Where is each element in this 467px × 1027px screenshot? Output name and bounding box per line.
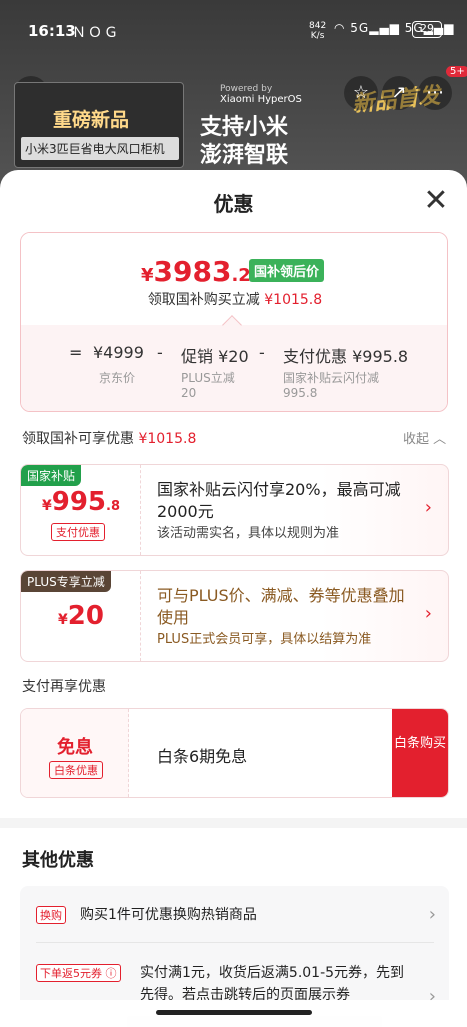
- promo-amount: ¥20: [21, 601, 141, 631]
- promo-note: PLUS正式会员可享，具体以结算为准: [157, 632, 372, 647]
- list-item[interactable]: 换购 购买1件可优惠换购热销商品 ›: [36, 904, 436, 926]
- jd-price: ¥4999: [93, 343, 144, 362]
- pay-label: 支付优惠: [283, 347, 348, 366]
- promo-main: 可与PLUS价、满减、券等优惠叠加使用: [157, 586, 405, 627]
- home-indicator[interactable]: [156, 1010, 312, 1015]
- other-title: 其他优惠: [22, 850, 94, 871]
- offer-tag: 下单返5元券 ⓘ: [36, 964, 121, 982]
- offer-text: 购买1件可优惠换购热销商品: [80, 907, 257, 923]
- promo-amount-dec: .8: [106, 499, 120, 514]
- section-amount: ¥1015.8: [138, 431, 197, 447]
- summary-top: ¥3983.2 国补领后价 领取国补购买立减 ¥1015.8: [21, 233, 447, 325]
- section-divider: [0, 818, 467, 828]
- baitiao-title: 免息: [57, 737, 93, 758]
- hero-left-title: 重磅新品: [53, 109, 130, 131]
- info-icon[interactable]: ⓘ: [106, 967, 117, 980]
- price-int: 3983: [153, 255, 232, 288]
- baitiao-card: 免息 白条优惠 白条6期免息 白条购买: [20, 708, 449, 798]
- promo-text: 可与PLUS价、满减、券等优惠叠加使用 PLUS正式会员可享，具体以结算为准: [157, 585, 417, 649]
- status-bar: 16:13 ＮＯＧ 842 K/s ◠ 5G▂▄▆ 5G▂▄▆ 29: [0, 0, 467, 60]
- promo-tag: 国家补贴: [21, 465, 82, 486]
- promo-amount: ¥20: [218, 347, 249, 366]
- section-label: 领取国补可享优惠: [22, 431, 134, 447]
- favorite-icon[interactable]: ☆: [344, 76, 378, 110]
- subsidy-breakdown: 国家补贴云闪付减 995.8: [283, 371, 379, 401]
- chevron-right-icon: ›: [424, 603, 432, 624]
- discount-sheet: 优惠 ✕ ¥3983.2 国补领后价 领取国补购买立减 ¥1015.8 = ¥4…: [0, 170, 467, 1027]
- battery-icon: 29: [412, 21, 442, 38]
- pay-amount: ¥995.8: [352, 347, 409, 366]
- baitiao-text: 白条6期免息: [157, 747, 248, 766]
- price-dec: .2: [231, 265, 251, 286]
- offer-tag: 换购: [36, 906, 66, 924]
- collapse-label: 收起: [403, 432, 430, 447]
- net-speed-unit: K/s: [310, 31, 325, 41]
- net-speed-value: 842: [309, 21, 327, 31]
- promo-chip: 支付优惠: [51, 523, 105, 541]
- promo-symbol: ¥: [41, 498, 52, 514]
- chevron-up-icon: ︿: [433, 432, 447, 447]
- message-badge: 5+: [446, 66, 467, 77]
- promo-card-plus[interactable]: PLUS专享立减 ¥20 可与PLUS价、满减、券等优惠叠加使用 PLUS正式会…: [20, 570, 449, 662]
- plus-value: 20: [181, 386, 197, 400]
- promo-label: 促销: [181, 347, 214, 366]
- plus-breakdown: PLUS立减 20: [181, 371, 235, 401]
- minus-sign: -: [259, 343, 265, 362]
- summary-breakdown: = ¥4999 - 促销 ¥20 - 支付优惠 ¥995.8 京东价 PLUS立…: [21, 325, 447, 411]
- promo-amount-int: 995: [51, 487, 107, 517]
- sheet-title: 优惠: [213, 192, 254, 216]
- pay-more-title: 支付再享优惠: [22, 679, 106, 695]
- promo-main: 国家补贴云闪付享20%，最高可减2000元: [157, 480, 401, 521]
- subsidy-line: 领取国补购买立减 ¥1015.8: [21, 289, 447, 309]
- offer-tag-label: 下单返5元券: [40, 967, 102, 980]
- hero-mid-title: 支持小米 澎湃智联: [200, 114, 288, 170]
- subsidy-line-prefix: 领取国补购买立减: [147, 292, 260, 308]
- hero-left-subtitle: 小米3匹巨省电大风口柜机: [21, 137, 179, 160]
- close-icon[interactable]: ✕: [420, 186, 452, 218]
- notification-icons: ＮＯＧ: [72, 25, 120, 41]
- subsidy-label: 国家补贴云闪付减: [283, 371, 380, 385]
- equals-sign: =: [69, 343, 83, 362]
- price-symbol: ¥: [141, 265, 154, 286]
- pay-breakdown: 支付优惠 ¥995.8: [283, 343, 408, 367]
- os-name: Xiaomi HyperOS: [220, 94, 302, 105]
- collapse-button[interactable]: 收起 ︿: [403, 428, 446, 447]
- promo-text: 国家补贴云闪付享20%，最高可减2000元 该活动需实名，具体以规则为准: [157, 479, 417, 543]
- plus-label: PLUS立减: [181, 371, 235, 385]
- powered-by: Powered by: [220, 84, 273, 94]
- promo-amount: ¥995.8: [21, 487, 141, 517]
- subsidy-value: 995.8: [283, 386, 318, 400]
- promo-amount-int: 20: [67, 601, 104, 631]
- chevron-right-icon: ›: [424, 497, 432, 518]
- subsidy-line-amount: ¥1015.8: [264, 292, 323, 308]
- hero-mid-title-2: 澎湃智联: [200, 143, 289, 168]
- minus-sign: -: [157, 343, 163, 362]
- list-separator: [36, 942, 434, 943]
- promo-note: 该活动需实名，具体以规则为准: [157, 526, 340, 541]
- section-header: 领取国补可享优惠 ¥1015.8: [22, 428, 196, 448]
- hero-promo-left: 重磅新品 小米3匹巨省电大风口柜机: [14, 82, 184, 168]
- chevron-right-icon: ›: [428, 904, 436, 925]
- price-badge: 国补领后价: [249, 259, 325, 282]
- hero-mid-title-1: 支持小米: [200, 115, 289, 140]
- more-icon[interactable]: ⋯: [418, 76, 452, 110]
- share-icon[interactable]: ↗: [382, 76, 416, 110]
- promo-tag: PLUS专享立减: [21, 571, 111, 592]
- promo-symbol: ¥: [58, 612, 68, 628]
- promo-breakdown: 促销 ¥20: [181, 343, 249, 367]
- jd-price-label: 京东价: [99, 371, 136, 385]
- promo-card-subsidy[interactable]: 国家补贴 ¥995.8 支付优惠 国家补贴云闪付享20%，最高可减2000元 该…: [20, 464, 449, 556]
- baitiao-buy-button[interactable]: 白条购买: [392, 709, 448, 797]
- net-speed: 842 K/s: [309, 21, 326, 41]
- status-time: 16:13: [28, 22, 76, 40]
- price-summary-card: ¥3983.2 国补领后价 领取国补购买立减 ¥1015.8 = ¥4999 -…: [20, 232, 448, 412]
- baitiao-chip: 白条优惠: [49, 761, 103, 779]
- final-price: ¥3983.2: [141, 255, 251, 288]
